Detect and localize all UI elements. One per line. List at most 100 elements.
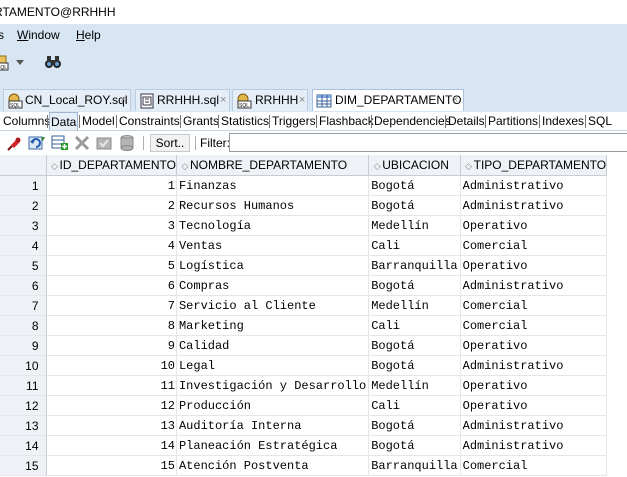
cell-tipo-departamento[interactable]: Administrativo — [460, 355, 608, 376]
cell-id-departamento[interactable]: 9 — [46, 335, 177, 356]
cell-tipo-departamento[interactable]: Comercial — [460, 315, 608, 336]
freeze-pin-icon[interactable] — [7, 135, 23, 151]
subtab-grants[interactable]: Grants — [182, 112, 220, 130]
tab-rrhhh-sql[interactable]: RRHHH.sql × — [135, 89, 230, 111]
cell-id-departamento[interactable]: 8 — [46, 315, 177, 336]
column-header-ubicacion[interactable]: ◇ UBICACION — [368, 155, 461, 176]
cell-tipo-departamento[interactable]: Administrativo — [460, 415, 608, 436]
cell-ubicacion[interactable]: Medellín — [368, 295, 461, 316]
row-number[interactable]: 8 — [0, 315, 47, 336]
row-number[interactable]: 11 — [0, 375, 47, 396]
tab-dim-departamento[interactable]: DIM_DEPARTAMENTO × — [312, 89, 464, 111]
table-row[interactable]: 8 8 Marketing Cali Comercial — [0, 315, 608, 336]
cell-nombre-departamento[interactable]: Ventas — [176, 235, 370, 256]
subtab-details[interactable]: Details — [447, 112, 486, 130]
subtab-constraints[interactable]: Constraints — [118, 112, 181, 130]
cell-nombre-departamento[interactable]: Servicio al Cliente — [176, 295, 370, 316]
cell-id-departamento[interactable]: 12 — [46, 395, 177, 416]
cell-tipo-departamento[interactable]: Operativo — [460, 395, 608, 416]
cell-tipo-departamento[interactable]: Operativo — [460, 215, 608, 236]
row-number[interactable]: 15 — [0, 455, 47, 476]
row-number[interactable]: 9 — [0, 335, 47, 356]
table-row[interactable]: 5 5 Logística Barranquilla Operativo — [0, 255, 608, 276]
cell-nombre-departamento[interactable]: Tecnología — [176, 215, 370, 236]
row-number[interactable]: 12 — [0, 395, 47, 416]
refresh-icon[interactable] — [28, 134, 46, 152]
cell-tipo-departamento[interactable]: Comercial — [460, 295, 608, 316]
table-row[interactable]: 3 3 Tecnología Medellín Operativo — [0, 215, 608, 236]
cell-nombre-departamento[interactable]: Finanzas — [176, 175, 370, 196]
cell-id-departamento[interactable]: 3 — [46, 215, 177, 236]
close-icon[interactable]: × — [120, 90, 126, 111]
row-number[interactable]: 7 — [0, 295, 47, 316]
tab-cn-local-roy[interactable]: SQL CN_Local_ROY.sql × — [3, 89, 131, 111]
row-number[interactable]: 2 — [0, 195, 47, 216]
cell-nombre-departamento[interactable]: Atención Postventa — [176, 455, 370, 476]
table-row[interactable]: 12 12 Producción Cali Operativo — [0, 395, 608, 416]
column-header-nombre-departamento[interactable]: ◇ NOMBRE_DEPARTAMENTO — [176, 155, 370, 176]
row-number[interactable]: 1 — [0, 175, 47, 196]
insert-row-icon[interactable] — [51, 134, 69, 152]
cell-id-departamento[interactable]: 7 — [46, 295, 177, 316]
row-number[interactable]: 10 — [0, 355, 47, 376]
cell-id-departamento[interactable]: 2 — [46, 195, 177, 216]
table-row[interactable]: 15 15 Atención Postventa Barranquilla Comerc… — [0, 455, 608, 476]
menu-item-help[interactable]: Help — [76, 28, 101, 42]
cell-ubicacion[interactable]: Bogotá — [368, 355, 461, 376]
binoculars-icon[interactable] — [44, 54, 62, 70]
subtab-columns[interactable]: Columns — [2, 112, 51, 130]
cell-id-departamento[interactable]: 6 — [46, 275, 177, 296]
table-row[interactable]: 2 2 Recursos Humanos Bogotá Administrativo — [0, 195, 608, 216]
delete-row-icon[interactable] — [74, 135, 90, 151]
subtab-sql[interactable]: SQL — [587, 112, 613, 130]
cell-nombre-departamento[interactable]: Planeación Estratégica — [176, 435, 370, 456]
cell-id-departamento[interactable]: 1 — [46, 175, 177, 196]
cell-id-departamento[interactable]: 14 — [46, 435, 177, 456]
cell-tipo-departamento[interactable]: Operativo — [460, 375, 608, 396]
cell-tipo-departamento[interactable]: Comercial — [460, 235, 608, 256]
cell-ubicacion[interactable]: Cali — [368, 395, 461, 416]
cell-nombre-departamento[interactable]: Recursos Humanos — [176, 195, 370, 216]
cell-nombre-departamento[interactable]: Logística — [176, 255, 370, 276]
row-number[interactable]: 5 — [0, 255, 47, 276]
table-row[interactable]: 1 1 Finanzas Bogotá Administrativo — [0, 175, 608, 196]
table-row[interactable]: 10 10 Legal Bogotá Administrativo — [0, 355, 608, 376]
row-number[interactable]: 6 — [0, 275, 47, 296]
table-row[interactable]: 9 9 Calidad Bogotá Operativo — [0, 335, 608, 356]
close-icon[interactable]: × — [452, 90, 458, 111]
cell-ubicacion[interactable]: Bogotá — [368, 435, 461, 456]
subtab-model[interactable]: Model — [81, 112, 116, 130]
cell-id-departamento[interactable]: 5 — [46, 255, 177, 276]
cell-id-departamento[interactable]: 15 — [46, 455, 177, 476]
cell-ubicacion[interactable]: Medellín — [368, 215, 461, 236]
sort-toggle-icon[interactable]: ◇ — [464, 161, 474, 172]
sort-toggle-icon[interactable]: ◇ — [180, 161, 190, 172]
table-row[interactable]: 4 4 Ventas Cali Comercial — [0, 235, 608, 256]
cell-nombre-departamento[interactable]: Legal — [176, 355, 370, 376]
cell-nombre-departamento[interactable]: Producción — [176, 395, 370, 416]
row-number[interactable]: 4 — [0, 235, 47, 256]
sort-toggle-icon[interactable]: ◇ — [372, 161, 382, 172]
cell-ubicacion[interactable]: Bogotá — [368, 195, 461, 216]
cell-ubicacion[interactable]: Barranquilla — [368, 455, 461, 476]
table-row[interactable]: 11 11 Investigación y Desarrollo Medellín Op… — [0, 375, 608, 396]
row-number[interactable]: 13 — [0, 415, 47, 436]
dropdown-arrow-icon[interactable] — [16, 60, 24, 66]
row-number[interactable]: 3 — [0, 215, 47, 236]
menu-item-partial[interactable]: s — [0, 28, 4, 42]
tab-rrhhh[interactable]: SQL RRHHH × — [232, 89, 308, 111]
cell-ubicacion[interactable]: Medellín — [368, 375, 461, 396]
cell-nombre-departamento[interactable]: Auditoría Interna — [176, 415, 370, 436]
cell-ubicacion[interactable]: Bogotá — [368, 275, 461, 296]
column-header-id-departamento[interactable]: ◇ ID_DEPARTAMENTO — [46, 155, 177, 176]
cell-ubicacion[interactable]: Cali — [368, 315, 461, 336]
subtab-partitions[interactable]: Partitions — [487, 112, 539, 130]
sort-toggle-icon[interactable]: ◇ — [50, 161, 60, 172]
cell-ubicacion[interactable]: Barranquilla — [368, 255, 461, 276]
rollback-icon[interactable] — [119, 134, 135, 152]
cell-id-departamento[interactable]: 4 — [46, 235, 177, 256]
column-header-tipo-departamento[interactable]: ◇ TIPO_DEPARTAMENTO — [460, 155, 608, 176]
cell-nombre-departamento[interactable]: Calidad — [176, 335, 370, 356]
subtab-statistics[interactable]: Statistics — [220, 112, 270, 130]
cell-ubicacion[interactable]: Bogotá — [368, 415, 461, 436]
